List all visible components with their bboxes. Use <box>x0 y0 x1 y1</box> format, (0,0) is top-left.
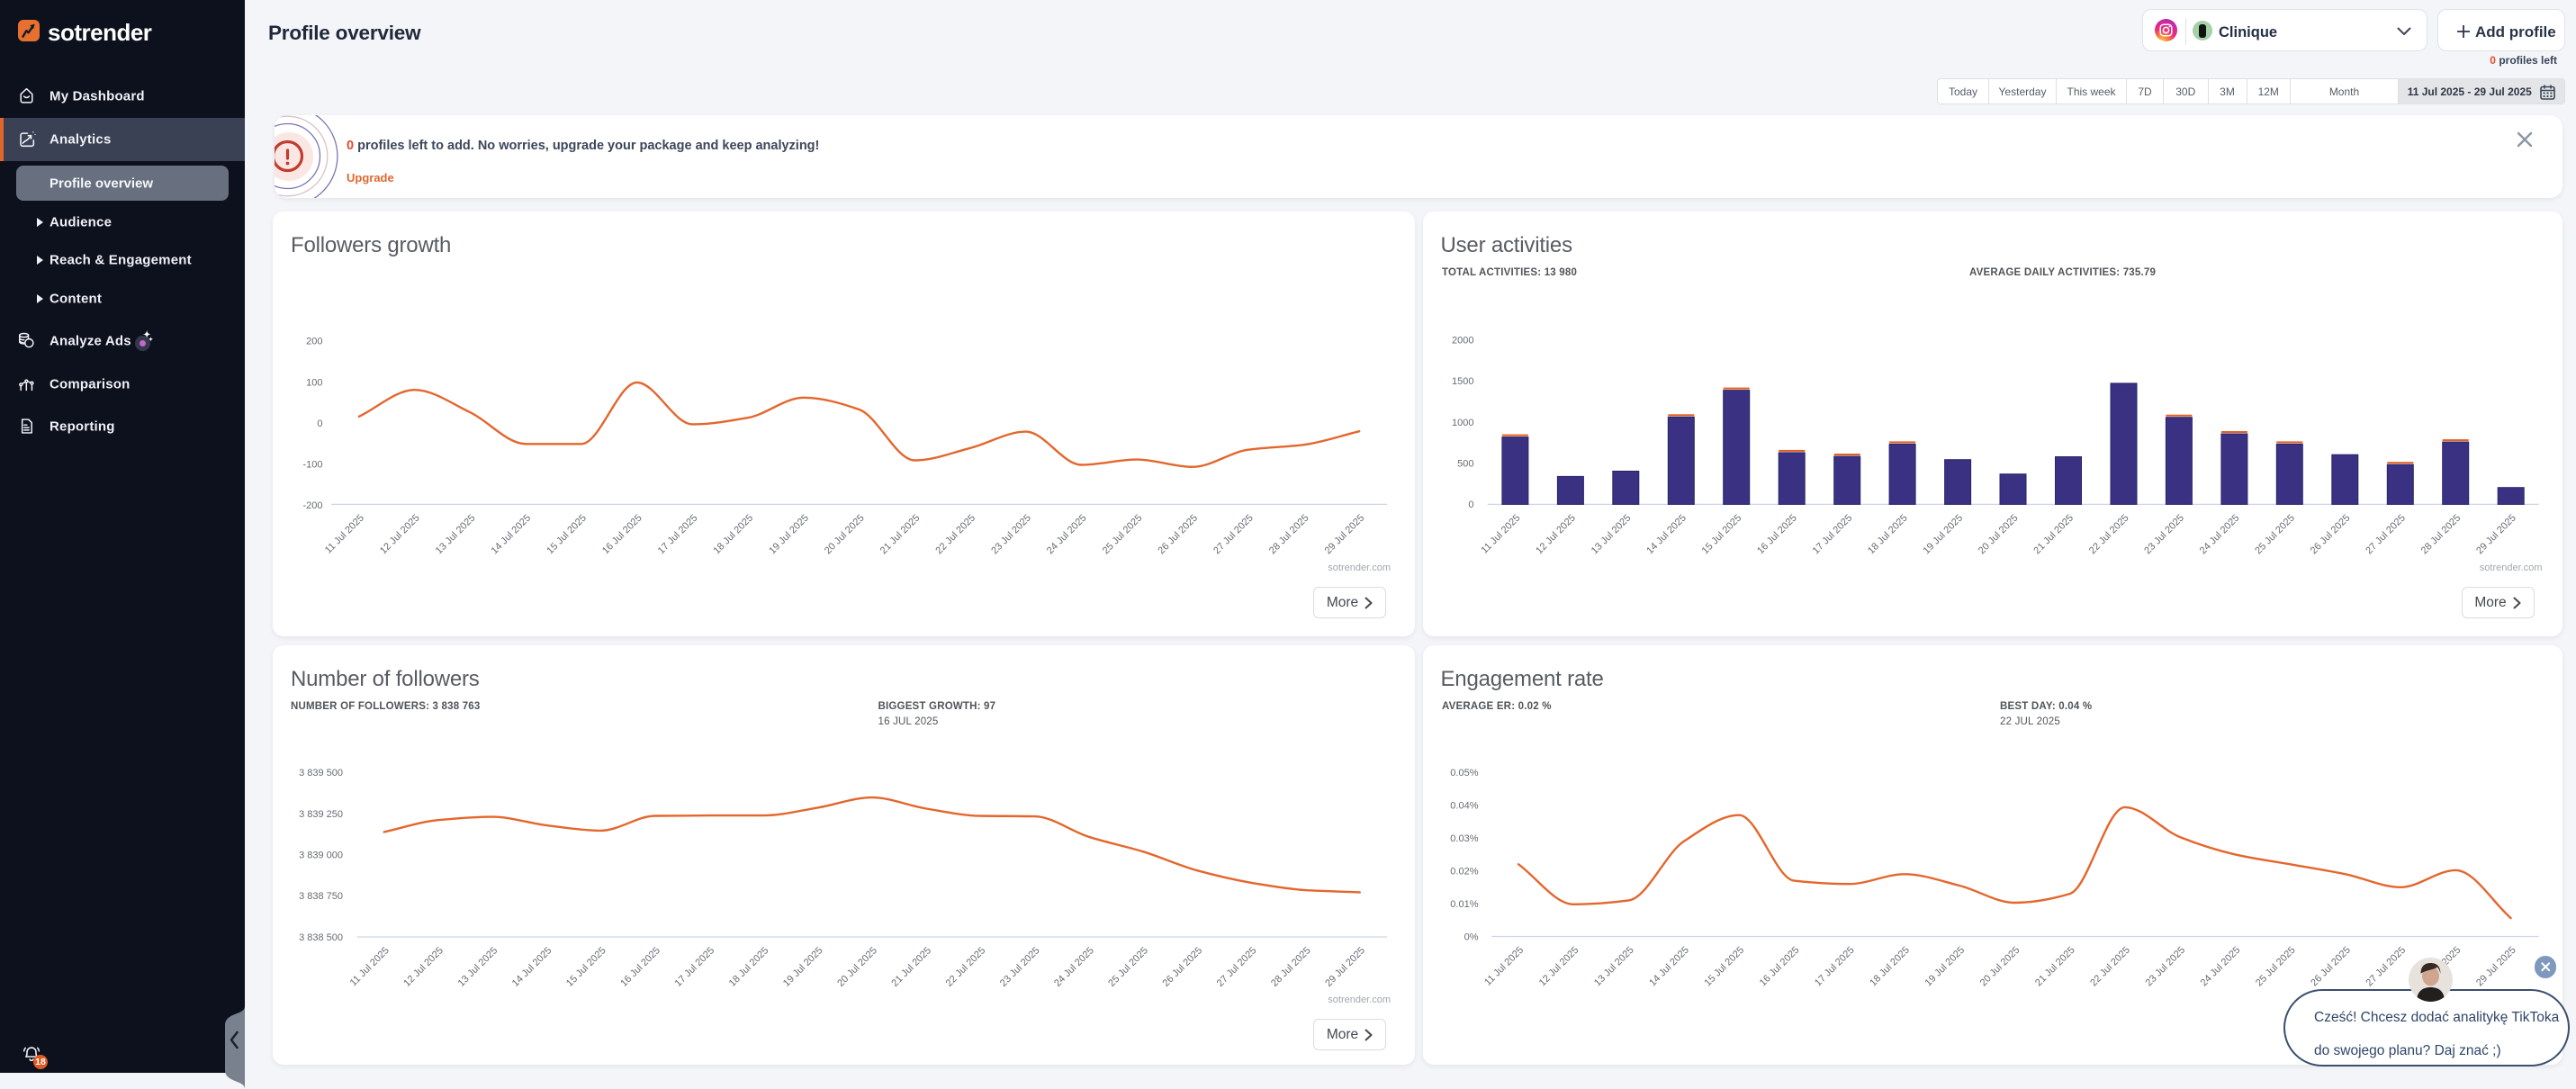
svg-text:26 Jul 2025: 26 Jul 2025 <box>2308 513 2352 557</box>
svg-text:13 Jul 2025: 13 Jul 2025 <box>434 513 478 557</box>
svg-text:27 Jul 2025: 27 Jul 2025 <box>1211 513 1256 557</box>
svg-text:22 Jul 2025: 22 Jul 2025 <box>2086 513 2130 557</box>
svg-text:14 Jul 2025: 14 Jul 2025 <box>1647 945 1691 989</box>
svg-text:19 Jul 2025: 19 Jul 2025 <box>1923 945 1967 989</box>
svg-text:16 Jul 2025: 16 Jul 2025 <box>600 513 644 557</box>
svg-text:sotrender.com: sotrender.com <box>1328 562 1391 573</box>
svg-text:0%: 0% <box>1464 932 1478 942</box>
svg-text:24 Jul 2025: 24 Jul 2025 <box>1045 513 1089 557</box>
svg-text:0.04%: 0.04% <box>1450 801 1478 812</box>
svg-text:24 Jul 2025: 24 Jul 2025 <box>2198 945 2242 989</box>
svg-text:21 Jul 2025: 21 Jul 2025 <box>2031 513 2076 557</box>
svg-text:16 Jul 2025: 16 Jul 2025 <box>618 945 662 989</box>
svg-text:0: 0 <box>317 418 322 429</box>
svg-text:1000: 1000 <box>1452 418 1473 428</box>
svg-text:0.02%: 0.02% <box>1450 867 1478 878</box>
svg-text:0: 0 <box>1468 500 1473 510</box>
svg-text:3 838 750: 3 838 750 <box>299 891 343 902</box>
svg-text:0.05%: 0.05% <box>1450 768 1478 778</box>
svg-text:18 Jul 2025: 18 Jul 2025 <box>1868 945 1912 989</box>
svg-text:11 Jul 2025: 11 Jul 2025 <box>348 945 392 988</box>
svg-text:17 Jul 2025: 17 Jul 2025 <box>1813 945 1857 989</box>
svg-text:20 Jul 2025: 20 Jul 2025 <box>1977 945 2022 989</box>
svg-text:27 Jul 2025: 27 Jul 2025 <box>2364 945 2408 989</box>
svg-text:0.03%: 0.03% <box>1450 833 1478 844</box>
svg-text:20 Jul 2025: 20 Jul 2025 <box>835 945 879 989</box>
svg-text:25 Jul 2025: 25 Jul 2025 <box>2253 513 2297 557</box>
svg-text:29 Jul 2025: 29 Jul 2025 <box>1323 513 1367 557</box>
svg-text:26 Jul 2025: 26 Jul 2025 <box>2309 945 2353 989</box>
svg-text:22 Jul 2025: 22 Jul 2025 <box>2088 945 2132 989</box>
svg-text:14 Jul 2025: 14 Jul 2025 <box>1644 513 1689 557</box>
svg-text:14 Jul 2025: 14 Jul 2025 <box>490 513 534 557</box>
svg-text:3 839 000: 3 839 000 <box>299 850 343 861</box>
svg-text:1500: 1500 <box>1452 376 1473 387</box>
svg-text:16 Jul 2025: 16 Jul 2025 <box>1755 513 1799 557</box>
svg-text:28 Jul 2025: 28 Jul 2025 <box>1269 945 1313 989</box>
svg-text:26 Jul 2025: 26 Jul 2025 <box>1156 513 1200 557</box>
svg-text:16 Jul 2025: 16 Jul 2025 <box>1757 945 1801 989</box>
svg-text:3 839 500: 3 839 500 <box>299 768 343 778</box>
svg-text:-200: -200 <box>302 500 322 511</box>
svg-text:21 Jul 2025: 21 Jul 2025 <box>889 945 933 989</box>
svg-text:25 Jul 2025: 25 Jul 2025 <box>1106 945 1150 989</box>
svg-text:12 Jul 2025: 12 Jul 2025 <box>1534 513 1578 557</box>
svg-text:12 Jul 2025: 12 Jul 2025 <box>401 945 446 989</box>
svg-text:29 Jul 2025: 29 Jul 2025 <box>1323 945 1367 989</box>
svg-text:13 Jul 2025: 13 Jul 2025 <box>456 945 500 989</box>
svg-text:24 Jul 2025: 24 Jul 2025 <box>2197 513 2241 557</box>
svg-text:19 Jul 2025: 19 Jul 2025 <box>1921 513 1965 557</box>
svg-text:14 Jul 2025: 14 Jul 2025 <box>510 945 554 989</box>
svg-text:29 Jul 2025: 29 Jul 2025 <box>2474 513 2518 557</box>
svg-text:2000: 2000 <box>1452 336 1473 346</box>
svg-text:28 Jul 2025: 28 Jul 2025 <box>1267 513 1311 557</box>
svg-text:25 Jul 2025: 25 Jul 2025 <box>2254 945 2298 989</box>
svg-text:0.01%: 0.01% <box>1450 899 1478 910</box>
svg-text:11 Jul 2025: 11 Jul 2025 <box>1482 945 1526 988</box>
svg-text:19 Jul 2025: 19 Jul 2025 <box>767 513 811 557</box>
svg-text:21 Jul 2025: 21 Jul 2025 <box>2033 945 2077 989</box>
svg-text:19 Jul 2025: 19 Jul 2025 <box>781 945 825 989</box>
svg-text:20 Jul 2025: 20 Jul 2025 <box>1976 513 2020 557</box>
svg-text:13 Jul 2025: 13 Jul 2025 <box>1592 945 1636 989</box>
svg-text:12 Jul 2025: 12 Jul 2025 <box>378 513 422 557</box>
svg-text:500: 500 <box>1457 459 1473 470</box>
svg-text:11 Jul 2025: 11 Jul 2025 <box>1479 513 1522 556</box>
svg-text:15 Jul 2025: 15 Jul 2025 <box>564 945 608 989</box>
svg-text:12 Jul 2025: 12 Jul 2025 <box>1536 945 1581 989</box>
svg-text:27 Jul 2025: 27 Jul 2025 <box>1215 945 1259 989</box>
svg-text:28 Jul 2025: 28 Jul 2025 <box>2418 513 2463 557</box>
svg-text:23 Jul 2025: 23 Jul 2025 <box>998 945 1042 989</box>
svg-text:-100: -100 <box>302 459 322 470</box>
svg-text:17 Jul 2025: 17 Jul 2025 <box>656 513 700 557</box>
svg-text:sotrender.com: sotrender.com <box>1328 994 1391 1005</box>
svg-text:15 Jul 2025: 15 Jul 2025 <box>1699 513 1743 557</box>
svg-text:24 Jul 2025: 24 Jul 2025 <box>1052 945 1096 989</box>
svg-text:18 Jul 2025: 18 Jul 2025 <box>727 945 771 989</box>
svg-text:23 Jul 2025: 23 Jul 2025 <box>2143 945 2187 989</box>
svg-text:18 Jul 2025: 18 Jul 2025 <box>1866 513 1910 557</box>
svg-text:25 Jul 2025: 25 Jul 2025 <box>1101 513 1145 557</box>
svg-text:17 Jul 2025: 17 Jul 2025 <box>673 945 717 989</box>
svg-text:29 Jul 2025: 29 Jul 2025 <box>2474 945 2518 989</box>
svg-text:200: 200 <box>306 337 322 347</box>
svg-text:100: 100 <box>306 377 322 388</box>
svg-text:22 Jul 2025: 22 Jul 2025 <box>944 945 988 989</box>
svg-text:18 Jul 2025: 18 Jul 2025 <box>712 513 756 557</box>
svg-text:15 Jul 2025: 15 Jul 2025 <box>545 513 589 557</box>
svg-text:21 Jul 2025: 21 Jul 2025 <box>878 513 923 557</box>
svg-text:15 Jul 2025: 15 Jul 2025 <box>1702 945 1746 989</box>
svg-text:23 Jul 2025: 23 Jul 2025 <box>2142 513 2186 557</box>
svg-text:13 Jul 2025: 13 Jul 2025 <box>1589 513 1633 557</box>
svg-text:sotrender.com: sotrender.com <box>2479 562 2542 573</box>
svg-text:17 Jul 2025: 17 Jul 2025 <box>1810 513 1854 557</box>
svg-text:20 Jul 2025: 20 Jul 2025 <box>823 513 867 557</box>
svg-text:22 Jul 2025: 22 Jul 2025 <box>933 513 977 557</box>
svg-text:26 Jul 2025: 26 Jul 2025 <box>1161 945 1205 989</box>
svg-text:3 839 250: 3 839 250 <box>299 809 343 820</box>
svg-text:11 Jul 2025: 11 Jul 2025 <box>323 513 366 556</box>
svg-text:27 Jul 2025: 27 Jul 2025 <box>2364 513 2408 557</box>
svg-text:23 Jul 2025: 23 Jul 2025 <box>989 513 1033 557</box>
svg-text:3 838 500: 3 838 500 <box>299 932 343 943</box>
